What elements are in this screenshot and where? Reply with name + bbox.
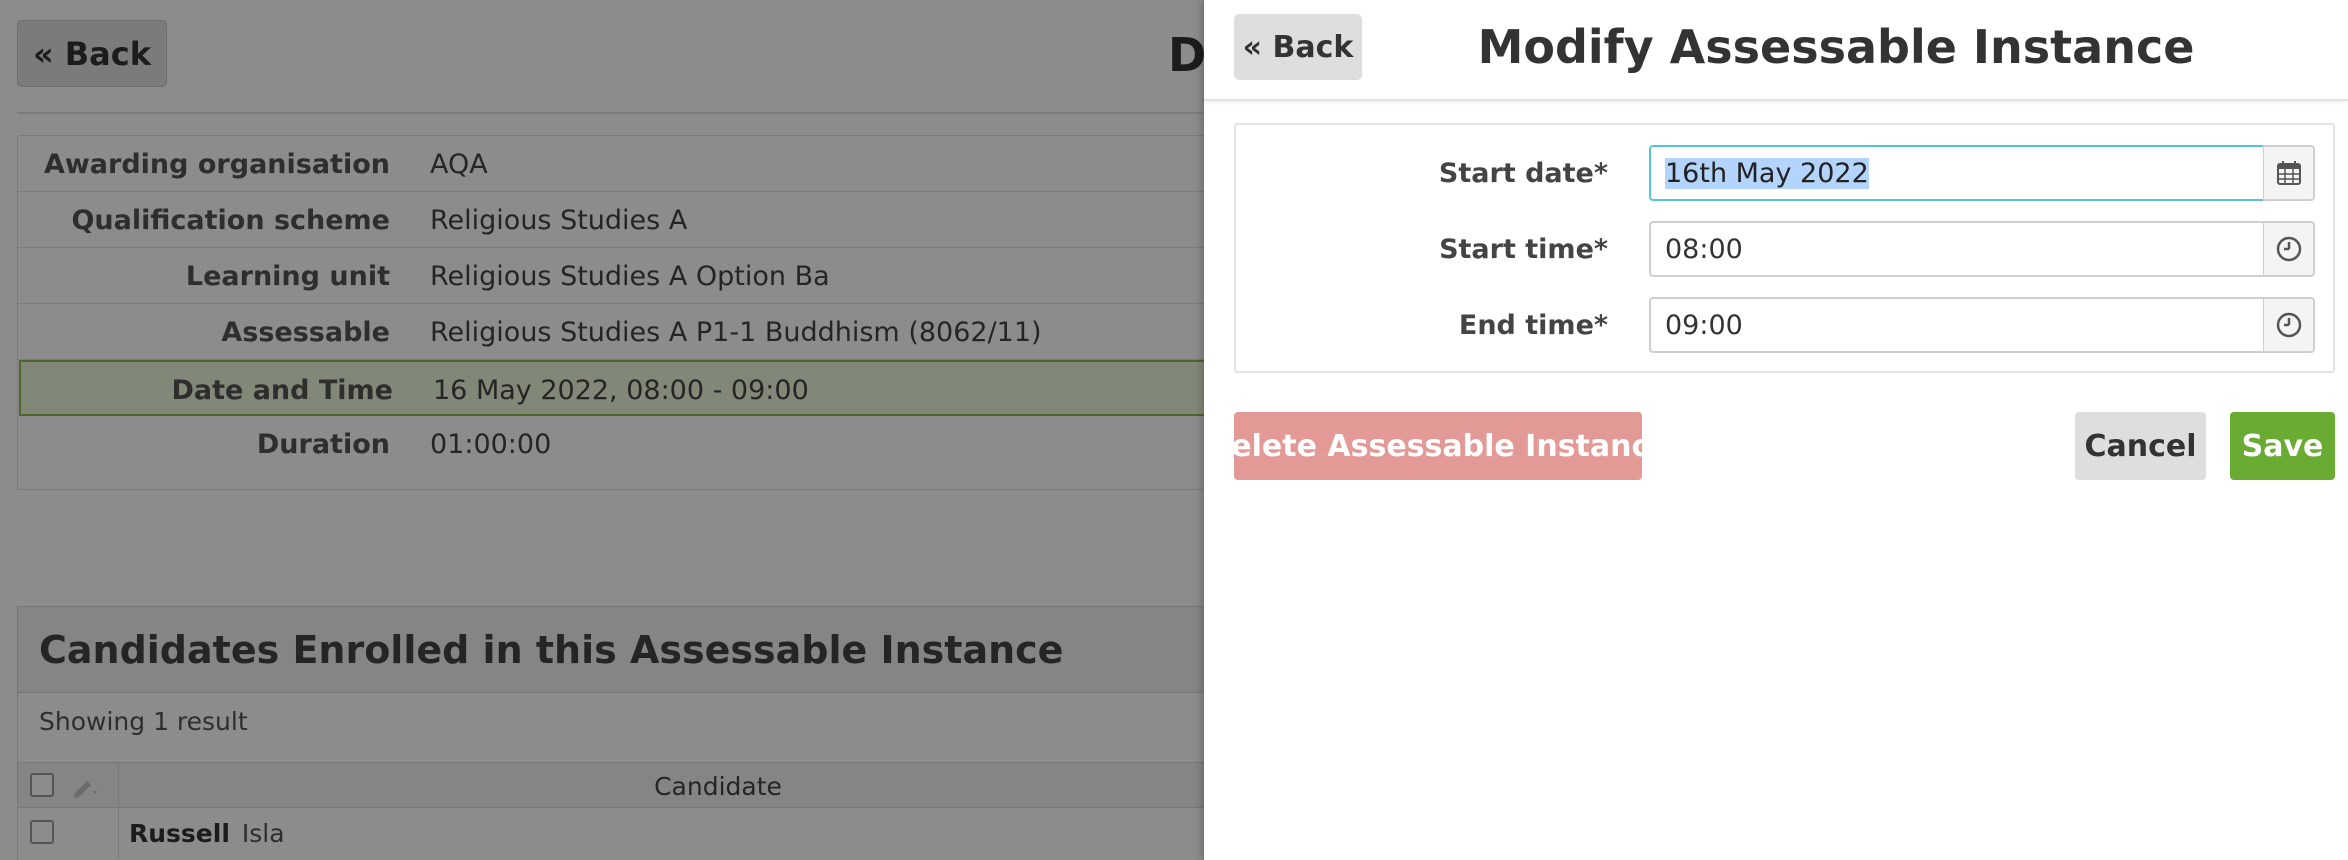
modal-backdrop[interactable]: [0, 0, 1204, 860]
start-date-picker-button[interactable]: [2263, 145, 2315, 201]
modal-header: « Back Modify Assessable Instance: [1204, 0, 2348, 101]
start-time-row: Start time* 08:00: [1236, 221, 2337, 277]
end-time-label: End time*: [1458, 309, 1608, 341]
modal-title: Modify Assessable Instance: [1477, 20, 2195, 74]
instance-form: Start date* 16th May 2022 Start time* 08…: [1234, 123, 2335, 373]
end-time-picker-button[interactable]: [2263, 297, 2315, 353]
cancel-button[interactable]: Cancel: [2075, 412, 2206, 480]
start-date-value: 16th May 2022: [1665, 157, 1869, 189]
end-time-input[interactable]: 09:00: [1649, 297, 2265, 353]
start-time-label: Start time*: [1439, 233, 1608, 265]
app-root: « Back De Awarding organisation AQA Qual…: [0, 0, 2348, 860]
clock-icon: [2276, 312, 2301, 338]
modify-instance-modal: « Back Modify Assessable Instance Start …: [1204, 0, 2348, 860]
calendar-icon: [2276, 161, 2301, 185]
save-button[interactable]: Save: [2230, 412, 2335, 480]
start-date-input[interactable]: 16th May 2022: [1649, 145, 2265, 201]
start-date-row: Start date* 16th May 2022: [1236, 145, 2337, 201]
start-date-label: Start date*: [1438, 157, 1608, 189]
start-time-picker-button[interactable]: [2263, 221, 2315, 277]
start-time-input[interactable]: 08:00: [1649, 221, 2265, 277]
clock-icon: [2276, 236, 2301, 262]
end-time-row: End time* 09:00: [1236, 297, 2337, 353]
back-button[interactable]: « Back: [1234, 14, 1362, 80]
delete-instance-button[interactable]: Delete Assessable Instance: [1206, 412, 1670, 480]
